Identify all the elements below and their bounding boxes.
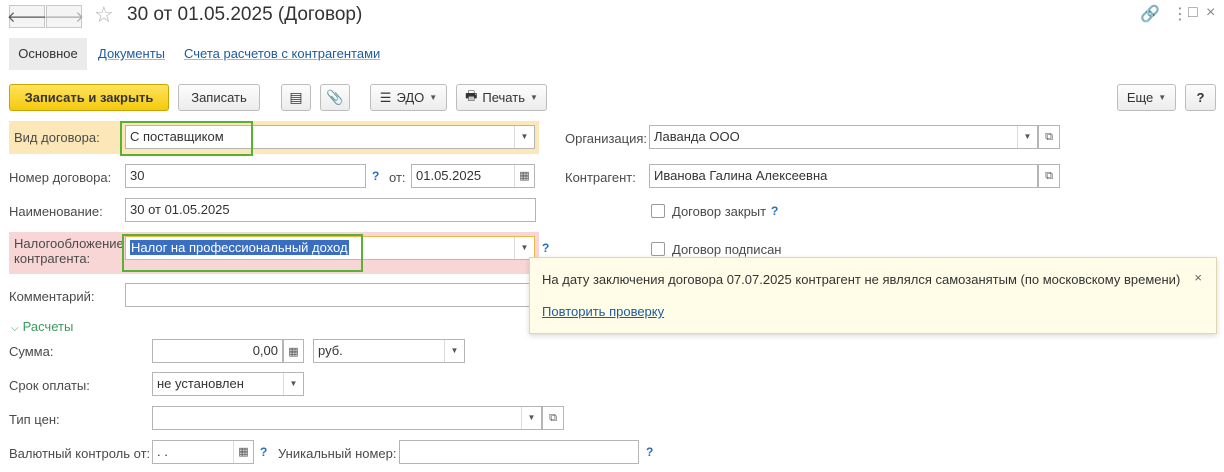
edo-icon: ☰ <box>379 89 392 105</box>
forward-button[interactable]: 🡒 <box>43 5 85 28</box>
taxation-label: Налогообложение контрагента: <box>14 236 124 266</box>
unique-number-input[interactable] <box>399 440 639 464</box>
payment-term-select[interactable]: не установлен ▼ <box>152 372 304 396</box>
open-icon[interactable]: ⧉ <box>1038 125 1060 149</box>
caret-down-icon: ▼ <box>1158 93 1167 102</box>
tab-main[interactable]: Основное <box>9 38 87 70</box>
arrow-right-icon: 🡒 <box>43 9 85 26</box>
open-icon[interactable]: ⧉ <box>1038 164 1060 188</box>
comment-input[interactable] <box>125 283 536 307</box>
price-type-label: Тип цен: <box>9 412 60 427</box>
organization-select[interactable]: Лаванда ООО ▼ <box>649 125 1038 149</box>
self-employed-warning-popup: На дату заключения договора 07.07.2025 к… <box>529 257 1217 334</box>
help-question-icon[interactable]: ? <box>771 204 778 218</box>
contract-signed-label: Договор подписан <box>672 242 782 257</box>
paperclip-icon: 📎 <box>326 89 344 105</box>
chevron-down-icon: ⌵ <box>11 323 19 334</box>
tab-documents[interactable]: Документы <box>98 38 165 70</box>
chevron-down-icon[interactable]: ▼ <box>514 126 534 148</box>
document-list-button[interactable]: ▤ <box>281 84 311 111</box>
printer-icon: 🖶 <box>465 87 478 103</box>
save-and-close-button[interactable]: Записать и закрыть <box>9 84 169 111</box>
chevron-down-icon[interactable]: ▼ <box>1017 126 1037 148</box>
caret-down-icon: ▼ <box>429 93 438 102</box>
currency-control-date-input[interactable]: . . ▦ <box>152 440 254 464</box>
help-question-icon[interactable]: ? <box>260 445 267 459</box>
name-input[interactable]: 30 от 01.05.2025 <box>125 198 536 222</box>
contract-type-label: Вид договора: <box>14 130 100 145</box>
contract-date-label: от: <box>389 170 406 185</box>
currency-select[interactable]: руб. ▼ <box>313 339 465 363</box>
print-button[interactable]: 🖶 Печать ▼ <box>456 84 547 111</box>
chevron-down-icon[interactable]: ▼ <box>514 237 534 259</box>
contract-closed-checkbox[interactable] <box>651 204 665 218</box>
unique-number-label: Уникальный номер: <box>278 446 397 461</box>
link-icon[interactable]: 🔗 <box>1140 4 1160 24</box>
caret-down-icon: ▼ <box>529 93 538 102</box>
save-button[interactable]: Записать <box>178 84 260 111</box>
settlements-section-toggle[interactable]: ⌵ Расчеты <box>11 319 73 334</box>
tab-settlement-accounts[interactable]: Счета расчетов с контрагентами <box>184 38 380 70</box>
maximize-icon[interactable]: □ <box>1188 4 1198 22</box>
amount-input[interactable]: 0,00 <box>152 339 283 363</box>
help-question-icon[interactable]: ? <box>372 169 379 183</box>
more-button[interactable]: Еще ▼ <box>1117 84 1176 111</box>
retry-check-link[interactable]: Повторить проверку <box>542 304 664 319</box>
calendar-icon[interactable]: ▦ <box>233 441 253 463</box>
help-button[interactable]: ? <box>1185 84 1216 111</box>
open-icon[interactable]: ⧉ <box>542 406 564 430</box>
document-icon: ▤ <box>289 89 303 105</box>
price-type-select[interactable]: ▼ <box>152 406 542 430</box>
close-icon[interactable]: × <box>1206 4 1215 22</box>
organization-label: Организация: <box>565 131 648 146</box>
edo-button[interactable]: ☰ ЭДО ▼ <box>370 84 447 111</box>
warning-message: На дату заключения договора 07.07.2025 к… <box>542 272 1181 287</box>
more-vertical-icon[interactable]: ⋮ <box>1172 4 1188 24</box>
counterparty-input[interactable]: Иванова Галина Алексеевна <box>649 164 1038 188</box>
contract-type-green-frame <box>120 121 253 156</box>
calculator-icon[interactable]: ▦ <box>283 339 304 363</box>
page-title: 30 от 01.05.2025 (Договор) <box>127 4 363 25</box>
favorite-star-icon[interactable]: ☆ <box>94 2 114 28</box>
taxation-green-frame <box>122 234 363 272</box>
attachment-button[interactable]: 📎 <box>320 84 350 111</box>
chevron-down-icon[interactable]: ▼ <box>521 407 541 429</box>
comment-label: Комментарий: <box>9 289 95 304</box>
counterparty-label: Контрагент: <box>565 170 636 185</box>
contract-closed-label: Договор закрыт <box>672 204 767 219</box>
chevron-down-icon[interactable]: ▼ <box>283 373 303 395</box>
contract-signed-checkbox[interactable] <box>651 242 665 256</box>
help-question-icon[interactable]: ? <box>646 445 653 459</box>
back-button[interactable]: 🡐 <box>6 5 48 28</box>
amount-label: Сумма: <box>9 344 54 359</box>
close-icon[interactable]: × <box>1194 270 1202 285</box>
arrow-left-icon: 🡐 <box>6 9 48 26</box>
help-question-icon[interactable]: ? <box>542 241 549 255</box>
chevron-down-icon[interactable]: ▼ <box>444 340 464 362</box>
contract-number-input[interactable]: 30 <box>125 164 366 188</box>
contract-date-input[interactable]: 01.05.2025 ▦ <box>411 164 535 188</box>
contract-number-label: Номер договора: <box>9 170 112 185</box>
calendar-icon[interactable]: ▦ <box>514 165 534 187</box>
payment-term-label: Срок оплаты: <box>9 378 90 393</box>
name-label: Наименование: <box>9 204 103 219</box>
currency-control-label: Валютный контроль от: <box>9 446 151 461</box>
